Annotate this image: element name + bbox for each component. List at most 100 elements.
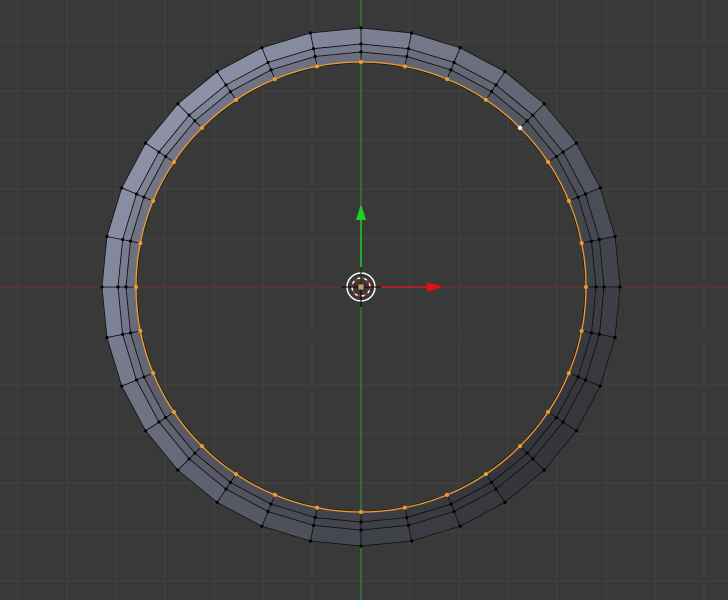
mesh-vertex (144, 141, 148, 145)
3d-viewport[interactable] (0, 0, 728, 600)
mesh-vertex (458, 46, 462, 50)
mesh-vertex (598, 186, 602, 190)
mesh-vertex (171, 159, 176, 164)
mesh-vertex (313, 515, 317, 520)
mesh-vertex (124, 285, 128, 289)
mesh-vertex (409, 539, 414, 543)
mesh-vertex (233, 472, 238, 477)
mesh-vertex (260, 46, 264, 50)
mesh-vertex (445, 77, 450, 82)
mesh-vertex (449, 502, 453, 506)
mesh-vertex (144, 429, 148, 433)
mesh-vertex (105, 234, 109, 239)
mesh-vertex (458, 524, 462, 528)
mesh-vertex (199, 444, 204, 449)
mesh-vertex (613, 234, 617, 239)
mesh-vertex (138, 328, 143, 333)
mesh-vertex (121, 332, 125, 337)
mesh-vertex (602, 285, 606, 289)
mesh-vertex (266, 60, 270, 65)
mesh-vertex (116, 285, 120, 289)
mesh-vertex (142, 195, 146, 199)
mesh-vertex (187, 457, 191, 461)
mesh-vertex (489, 90, 494, 94)
mesh-vertex (518, 444, 523, 449)
mesh-vertex (308, 31, 313, 35)
mesh-vertex (359, 528, 363, 532)
mesh-vertex (589, 239, 594, 243)
mesh-vertex (452, 60, 456, 65)
mesh-vertex (359, 520, 363, 524)
mesh-vertex (452, 509, 456, 514)
mesh-vertex (598, 384, 602, 388)
mesh-vertex (579, 328, 584, 333)
mesh-vertex (618, 285, 622, 289)
mesh-vertex (525, 119, 529, 123)
mesh-vertex (269, 502, 273, 506)
mesh-vertex (138, 241, 143, 246)
mesh-vertex (597, 332, 601, 337)
mesh-vertex (215, 500, 219, 504)
mesh-vertex (266, 509, 270, 514)
mesh-vertex (176, 468, 180, 472)
mesh-vertex (576, 195, 580, 199)
mesh-vertex (542, 468, 546, 472)
mesh-vertex (187, 113, 191, 117)
mesh-vertex (409, 31, 414, 35)
mesh-vertex (583, 378, 588, 382)
mesh-vertex (315, 64, 320, 69)
mesh-vertex (531, 113, 535, 117)
mesh-vertex (525, 451, 529, 455)
mesh-vertex (164, 154, 168, 159)
mesh-vertex (157, 150, 161, 154)
mesh-vertex (503, 70, 507, 74)
mesh-vertex (503, 500, 507, 504)
mesh-vertex (100, 285, 104, 289)
mesh-vertex (157, 420, 161, 424)
mesh-vertex (359, 42, 363, 46)
mesh-vertex (176, 102, 180, 106)
mesh-vertex (120, 186, 124, 190)
mesh-vertex (311, 523, 316, 527)
mesh-vertex (574, 141, 578, 145)
object-origin-icon (357, 283, 365, 291)
mesh-vertex (134, 192, 139, 196)
mesh-vertex (449, 68, 453, 72)
mesh-vertex (105, 335, 109, 340)
mesh-vertex (574, 429, 578, 433)
mesh-vertex (272, 77, 277, 82)
mesh-vertex (359, 26, 363, 30)
mesh-vertex (359, 50, 363, 54)
mesh-vertex (589, 331, 594, 335)
transform-gizmo[interactable] (356, 204, 443, 292)
mesh-vertex (542, 102, 546, 106)
mesh-vertex (546, 159, 551, 164)
y-arrow-icon[interactable] (356, 204, 366, 220)
viewport-canvas[interactable] (0, 0, 728, 600)
mesh-vertex (128, 331, 133, 335)
mesh-vertex (228, 90, 233, 94)
3d-cursor-icon[interactable] (341, 267, 381, 307)
mesh-vertex (566, 198, 571, 203)
mesh-vertex (224, 487, 228, 491)
mesh-vertex (402, 505, 407, 510)
mesh-vertex (583, 192, 588, 196)
mesh-vertex (484, 97, 489, 102)
mesh-vertex (120, 384, 124, 388)
mesh-vertex (359, 60, 363, 64)
mesh-vertex (128, 239, 133, 243)
mesh-vertex (134, 285, 138, 289)
mesh-vertex (613, 335, 617, 340)
mesh-vertex (494, 83, 498, 87)
mesh-vertex (546, 410, 551, 415)
mesh-vertex (311, 47, 316, 51)
mesh-vertex (576, 375, 580, 379)
mesh-vertex (199, 125, 204, 130)
x-arrow-icon[interactable] (427, 282, 443, 292)
mesh-vertex (594, 285, 598, 289)
mesh-vertex (566, 371, 571, 376)
mesh-vertex (359, 510, 363, 514)
mesh-vertex (193, 119, 197, 123)
mesh-vertex (151, 198, 156, 203)
mesh-vertex (228, 480, 233, 484)
